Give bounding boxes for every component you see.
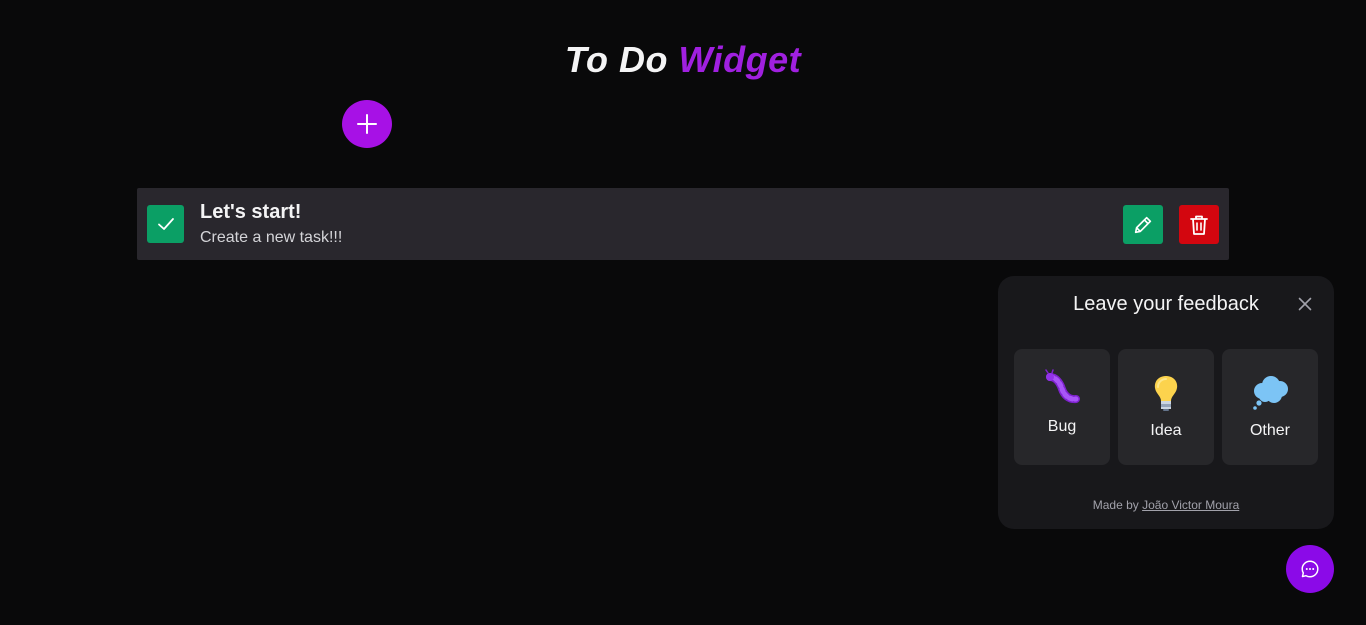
chat-icon bbox=[1301, 560, 1319, 578]
feedback-option-other[interactable]: Other bbox=[1222, 349, 1318, 465]
check-icon bbox=[157, 218, 174, 230]
feedback-title: Leave your feedback bbox=[1073, 293, 1259, 315]
close-icon bbox=[1298, 297, 1312, 311]
close-feedback-button[interactable] bbox=[1296, 295, 1314, 313]
footer-prefix: Made by bbox=[1092, 498, 1139, 512]
page: To Do Widget Let's start! Create a new t… bbox=[0, 0, 1366, 625]
delete-task-button[interactable] bbox=[1179, 205, 1219, 244]
feedback-option-idea[interactable]: Idea bbox=[1118, 349, 1214, 465]
complete-task-button[interactable] bbox=[147, 205, 184, 243]
trash-icon bbox=[1190, 215, 1208, 235]
bug-icon bbox=[1045, 369, 1080, 404]
thought-bubble-icon bbox=[1253, 376, 1288, 410]
feedback-option-label: Bug bbox=[1047, 418, 1077, 435]
title-part-accent: Widget bbox=[678, 39, 802, 80]
feedback-footer: Made by João Victor Moura bbox=[998, 497, 1334, 513]
add-task-button[interactable] bbox=[342, 100, 392, 148]
task-item: Let's start! Create a new task!!! bbox=[137, 188, 1229, 260]
page-title: To Do Widget bbox=[0, 38, 1366, 82]
lightbulb-icon bbox=[1154, 376, 1178, 411]
task-title: Let's start! bbox=[200, 201, 302, 223]
edit-task-button[interactable] bbox=[1123, 205, 1163, 244]
author-link[interactable]: João Victor Moura bbox=[1142, 498, 1239, 512]
title-part-main: To Do bbox=[564, 39, 668, 80]
feedback-panel: Leave your feedback Bug Idea Other Made … bbox=[998, 276, 1334, 529]
feedback-option-label: Idea bbox=[1150, 422, 1182, 439]
feedback-option-label: Other bbox=[1249, 422, 1290, 439]
pencil-icon bbox=[1134, 216, 1152, 233]
feedback-chat-button[interactable] bbox=[1286, 545, 1334, 593]
plus-icon bbox=[357, 114, 377, 134]
feedback-option-bug[interactable]: Bug bbox=[1014, 349, 1110, 465]
task-description: Create a new task!!! bbox=[200, 229, 343, 246]
